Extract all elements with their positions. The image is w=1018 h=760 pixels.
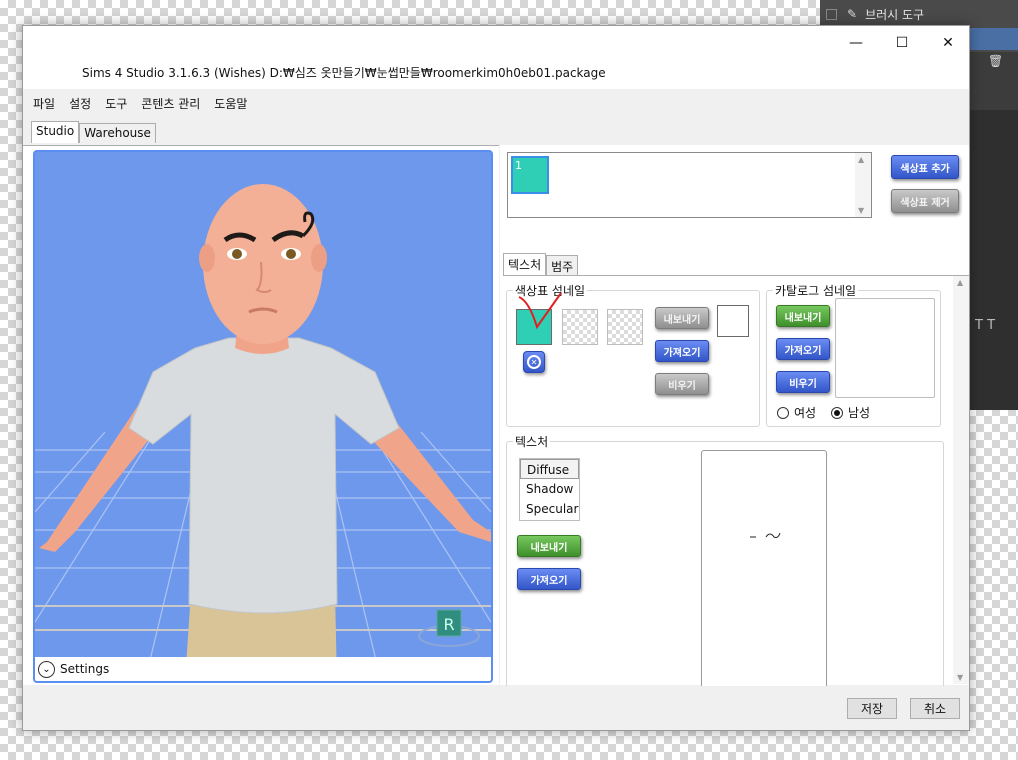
tab-category[interactable]: 범주: [546, 255, 579, 275]
texture-type-list[interactable]: Diffuse Shadow Specular: [519, 458, 580, 521]
preview-pane: R ⌄ Settings: [23, 145, 499, 685]
scroll-down-icon: ▼: [957, 673, 964, 682]
menu-settings[interactable]: 설정: [69, 95, 91, 112]
head: [203, 184, 323, 344]
scroll-up-icon: ▲: [957, 278, 964, 287]
background-dark-area: [970, 110, 1018, 410]
swatch-item[interactable]: 1: [511, 156, 549, 194]
texture-group: 텍스처 Diffuse Shadow Specular 내보내기 가져오기: [506, 433, 944, 703]
tab-warehouse[interactable]: Warehouse: [79, 123, 156, 143]
main-tabs: Studio Warehouse: [31, 121, 156, 143]
viewport-scene: R: [35, 184, 491, 681]
texture-preview-mark: [750, 532, 781, 538]
remove-swatch-button[interactable]: 색상표 제거: [891, 189, 959, 213]
swatch-import-button[interactable]: 가져오기: [655, 340, 709, 362]
texture-type-shadow[interactable]: Shadow: [520, 479, 579, 499]
t-shirt: [128, 337, 400, 614]
left-ear: [199, 244, 215, 272]
remove-thumbnail-button[interactable]: ✕: [523, 351, 545, 373]
tab-texture[interactable]: 텍스처: [503, 253, 547, 275]
background-selected-layer: [970, 28, 1018, 50]
brush-icon: ✎: [847, 7, 858, 21]
menu-help[interactable]: 도움말: [214, 95, 247, 112]
gender-male-label: 남성: [848, 406, 871, 420]
studio-window: Sims 4 Studio 3.1.6.3 (Wishes) D:₩심즈 옷만들…: [22, 25, 970, 731]
swatch-item-label: 1: [515, 159, 522, 172]
window-title: Sims 4 Studio 3.1.6.3 (Wishes) D:₩심즈 옷만들…: [82, 66, 606, 80]
texture-export-button[interactable]: 내보내기: [517, 535, 581, 557]
swatch-clear-button[interactable]: 비우기: [655, 373, 709, 395]
titlebar: Sims 4 Studio 3.1.6.3 (Wishes) D:₩심즈 옷만들…: [23, 26, 969, 89]
texture-tab-panel: ▲ ▼ 색상표 섬네일 ✕ 내보내기 가져오기 비우기 카탈로그 섬네일 내보내…: [503, 275, 969, 703]
settings-label: Settings: [60, 662, 110, 676]
right-iris: [286, 249, 296, 259]
trash-icon: 🗑: [988, 54, 1004, 68]
menu-content-management[interactable]: 콘텐츠 관리: [141, 95, 200, 112]
texture-group-label: 텍스처: [513, 433, 551, 450]
scroll-up-icon: ▲: [858, 155, 865, 164]
checkbox-icon: [826, 8, 837, 20]
texture-type-diffuse[interactable]: Diffuse: [520, 459, 579, 479]
left-iris: [232, 249, 242, 259]
editor-tabs: 텍스처 범주: [503, 253, 579, 275]
radio-selected-icon: [831, 406, 843, 419]
tab-studio[interactable]: Studio: [31, 121, 80, 143]
radio-icon: [777, 406, 789, 419]
gender-female-radio[interactable]: 여성: [777, 404, 816, 421]
brush-tool-label: 브러시 도구: [865, 7, 925, 22]
3d-viewport[interactable]: R ⌄ Settings: [33, 150, 493, 683]
catalog-import-button[interactable]: 가져오기: [776, 338, 830, 360]
settings-expander[interactable]: ⌄ Settings: [35, 657, 491, 681]
texture-preview[interactable]: [701, 450, 827, 700]
close-circle-icon: ✕: [527, 355, 541, 369]
catalog-thumbnail-group: 카탈로그 섬네일 내보내기 가져오기 비우기 여성 남성: [766, 282, 941, 427]
annotation-checkmark: [518, 292, 562, 330]
swatch-thumbnail-group: 색상표 섬네일 ✕ 내보내기 가져오기 비우기: [506, 282, 760, 427]
save-button[interactable]: 저장: [847, 698, 897, 719]
footer-bar: 저장 취소: [23, 686, 969, 730]
swatch-list[interactable]: 1 ▲ ▼: [507, 152, 872, 218]
close-button[interactable]: ✕: [925, 32, 971, 54]
add-swatch-button[interactable]: 색상표 추가: [891, 155, 959, 179]
minimize-button[interactable]: —: [833, 32, 879, 54]
menu-bar: 파일 설정 도구 콘텐츠 관리 도움말: [23, 89, 969, 117]
chevron-down-icon: ⌄: [38, 660, 55, 678]
catalog-export-button[interactable]: 내보내기: [776, 305, 830, 327]
swatch-list-scrollbar[interactable]: ▲ ▼: [855, 153, 871, 217]
scroll-down-icon: ▼: [858, 206, 865, 215]
cancel-button[interactable]: 취소: [910, 698, 960, 719]
catalog-thumbnail-label: 카탈로그 섬네일: [773, 282, 859, 299]
texture-type-specular[interactable]: Specular: [520, 499, 579, 519]
swatch-export-button[interactable]: 내보내기: [655, 307, 709, 329]
gender-female-label: 여성: [794, 406, 817, 420]
catalog-thumbnail-image[interactable]: [835, 298, 935, 398]
menu-file[interactable]: 파일: [33, 95, 55, 112]
maximize-button[interactable]: ☐: [879, 32, 925, 54]
menu-tools[interactable]: 도구: [105, 95, 127, 112]
swatch-thumbnail-slot[interactable]: [607, 309, 643, 345]
swatch-color-preview[interactable]: [717, 305, 749, 337]
text-style-icon: T T: [975, 318, 996, 333]
panel-scrollbar[interactable]: ▲ ▼: [953, 276, 969, 684]
texture-import-button[interactable]: 가져오기: [517, 568, 581, 590]
editor-pane: 1 ▲ ▼ 색상표 추가 색상표 제거 텍스처 범주 ▲ ▼ 색상표 섬네일 ✕…: [500, 145, 969, 703]
right-ear: [311, 244, 327, 272]
catalog-clear-button[interactable]: 비우기: [776, 371, 830, 393]
brush-tool-row: ✎ 브러시 도구: [826, 4, 1012, 24]
swatch-thumbnail-slot[interactable]: [562, 309, 598, 345]
r-badge-text: R: [443, 615, 454, 634]
gender-male-radio[interactable]: 남성: [831, 404, 870, 421]
